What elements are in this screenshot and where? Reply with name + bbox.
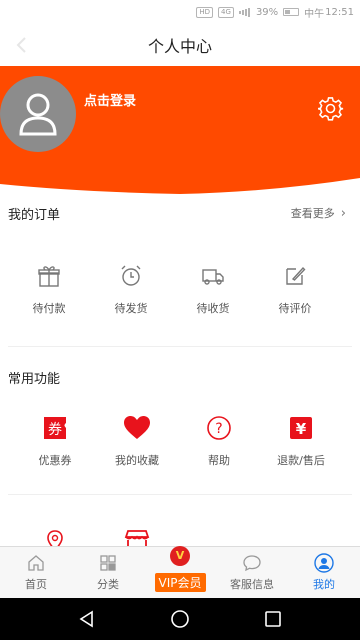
refund-icon: ¥ — [287, 414, 315, 442]
function-label: 优惠券 — [38, 454, 72, 467]
see-more-label: 查看更多 — [290, 207, 335, 220]
vip-icon: V — [170, 546, 190, 566]
status-bar: HD 4G 39% 中午 12:51 — [0, 0, 360, 24]
tab-category[interactable]: 分类 — [72, 547, 144, 598]
home-icon — [26, 553, 46, 573]
function-label: 我的收藏 — [115, 454, 159, 467]
tab-label: 客服信息 — [230, 578, 274, 591]
order-label: 待发货 — [114, 302, 148, 315]
functions-section-header: 常用功能 — [0, 362, 360, 392]
coupon-item[interactable]: 券 优惠券 — [14, 414, 96, 468]
svg-text:?: ? — [215, 421, 222, 437]
login-link[interactable]: 点击登录 — [84, 90, 136, 109]
home-nav-icon[interactable] — [168, 607, 192, 631]
order-label: 待评价 — [278, 302, 312, 315]
divider — [8, 346, 352, 347]
tab-customer-service[interactable]: 客服信息 — [216, 547, 288, 598]
category-icon — [98, 553, 118, 573]
truck-icon — [199, 262, 227, 290]
help-icon: ? — [205, 414, 233, 442]
orders-section-header: 我的订单 查看更多 › — [0, 198, 360, 228]
avatar[interactable] — [0, 76, 76, 152]
orders-grid: 待付款 待发货 待收货 待评价 — [0, 262, 360, 316]
title-bar: 个人中心 — [0, 24, 360, 66]
coupon-glyph: 券 — [48, 422, 62, 438]
tab-label: 我的 — [313, 578, 335, 591]
tab-label: 分类 — [97, 578, 119, 591]
clock: 12:51 — [325, 6, 354, 18]
back-nav-icon[interactable] — [75, 607, 99, 631]
order-pending-payment[interactable]: 待付款 — [8, 262, 90, 316]
order-pending-review[interactable]: 待评价 — [254, 262, 336, 316]
orders-title: 我的订单 — [8, 207, 61, 223]
alarm-clock-icon — [117, 262, 145, 290]
battery-icon — [283, 8, 300, 16]
user-placeholder-icon — [19, 93, 57, 136]
divider — [8, 494, 352, 495]
function-label: 帮助 — [208, 454, 230, 467]
functions-grid: 券 优惠券 我的收藏 ? 帮助 ¥ 退款/售后 — [0, 414, 360, 468]
tab-label: 首页 — [25, 578, 47, 591]
signal-icon — [238, 7, 251, 17]
tab-mine[interactable]: 我的 — [288, 547, 360, 598]
page-title: 个人中心 — [147, 37, 212, 56]
chat-icon — [242, 553, 262, 573]
tab-label: VIP会员 — [154, 573, 206, 592]
recents-nav-icon[interactable] — [261, 607, 285, 631]
profile-header: 点击登录 — [0, 66, 360, 196]
carrier-label: 中午 — [304, 8, 325, 20]
function-label: 退款/售后 — [277, 454, 325, 467]
network-type: 4G — [218, 6, 234, 18]
heart-icon — [123, 414, 151, 442]
edit-icon — [281, 262, 309, 290]
tab-vip[interactable]: V VIP会员 — [144, 546, 216, 598]
see-more-link[interactable]: 查看更多 › — [291, 205, 346, 221]
system-nav-bar — [0, 598, 360, 640]
gift-icon — [35, 262, 63, 290]
order-pending-shipment[interactable]: 待发货 — [90, 262, 172, 316]
gear-icon[interactable] — [317, 96, 344, 122]
functions-title: 常用功能 — [8, 371, 61, 387]
order-label: 待收货 — [196, 302, 230, 315]
refund-glyph: ¥ — [296, 420, 307, 438]
order-pending-receipt[interactable]: 待收货 — [172, 262, 254, 316]
help-item[interactable]: ? 帮助 — [178, 414, 260, 468]
refund-item[interactable]: ¥ 退款/售后 — [260, 414, 342, 468]
hd-badge: HD — [196, 6, 214, 18]
battery-percent: 39% — [255, 6, 279, 18]
favorites-item[interactable]: 我的收藏 — [96, 414, 178, 468]
chevron-right-icon: › — [340, 205, 346, 221]
tab-home[interactable]: 首页 — [0, 547, 72, 598]
user-icon — [314, 553, 334, 573]
order-label: 待付款 — [32, 302, 66, 315]
coupon-icon: 券 — [41, 414, 69, 442]
bottom-tab-bar: 首页 分类 V VIP会员 客服信息 我的 — [0, 546, 360, 598]
back-arrow-icon[interactable] — [12, 35, 32, 55]
